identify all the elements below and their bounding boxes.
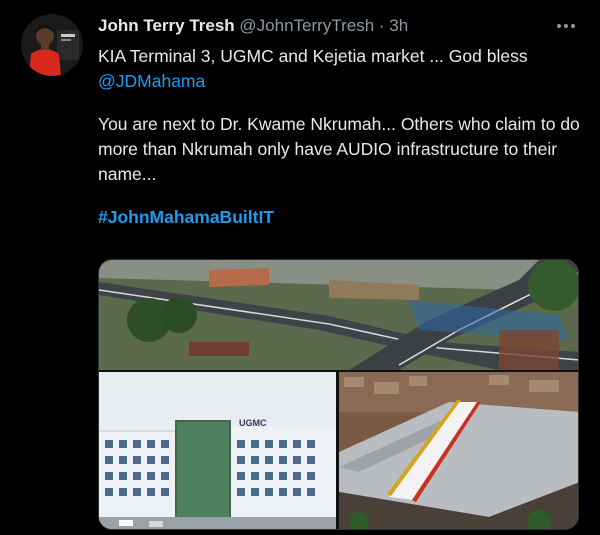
display-name[interactable]: John Terry Tresh bbox=[98, 16, 235, 35]
hospital-sign: UGMC bbox=[239, 418, 267, 428]
more-horizontal-icon[interactable] bbox=[554, 14, 578, 38]
avatar[interactable] bbox=[21, 14, 83, 76]
tweet-line-1: KIA Terminal 3, UGMC and Kejetia market … bbox=[98, 46, 528, 66]
tweet-paragraph-2: You are next to Dr. Kwame Nkrumah... Oth… bbox=[98, 114, 580, 184]
photo-ugmc-hospital[interactable]: UGMC bbox=[99, 372, 336, 529]
tweet-text: KIA Terminal 3, UGMC and Kejetia market … bbox=[98, 44, 588, 230]
photo-terminal-roads[interactable] bbox=[99, 260, 578, 370]
photo-kejetia-market[interactable] bbox=[339, 372, 578, 529]
tweet: John Terry Tresh @JohnTerryTresh · 3h KI… bbox=[0, 0, 600, 535]
user-handle[interactable]: @JohnTerryTresh bbox=[239, 16, 374, 35]
tweet-header: John Terry Tresh @JohnTerryTresh · 3h bbox=[98, 14, 588, 38]
timestamp[interactable]: 3h bbox=[389, 16, 408, 35]
separator-dot: · bbox=[378, 16, 385, 35]
hashtag-link[interactable]: #JohnMahamaBuiltIT bbox=[98, 207, 274, 227]
mention-link[interactable]: @JDMahama bbox=[98, 71, 205, 91]
media-grid: UGMC bbox=[98, 259, 579, 530]
